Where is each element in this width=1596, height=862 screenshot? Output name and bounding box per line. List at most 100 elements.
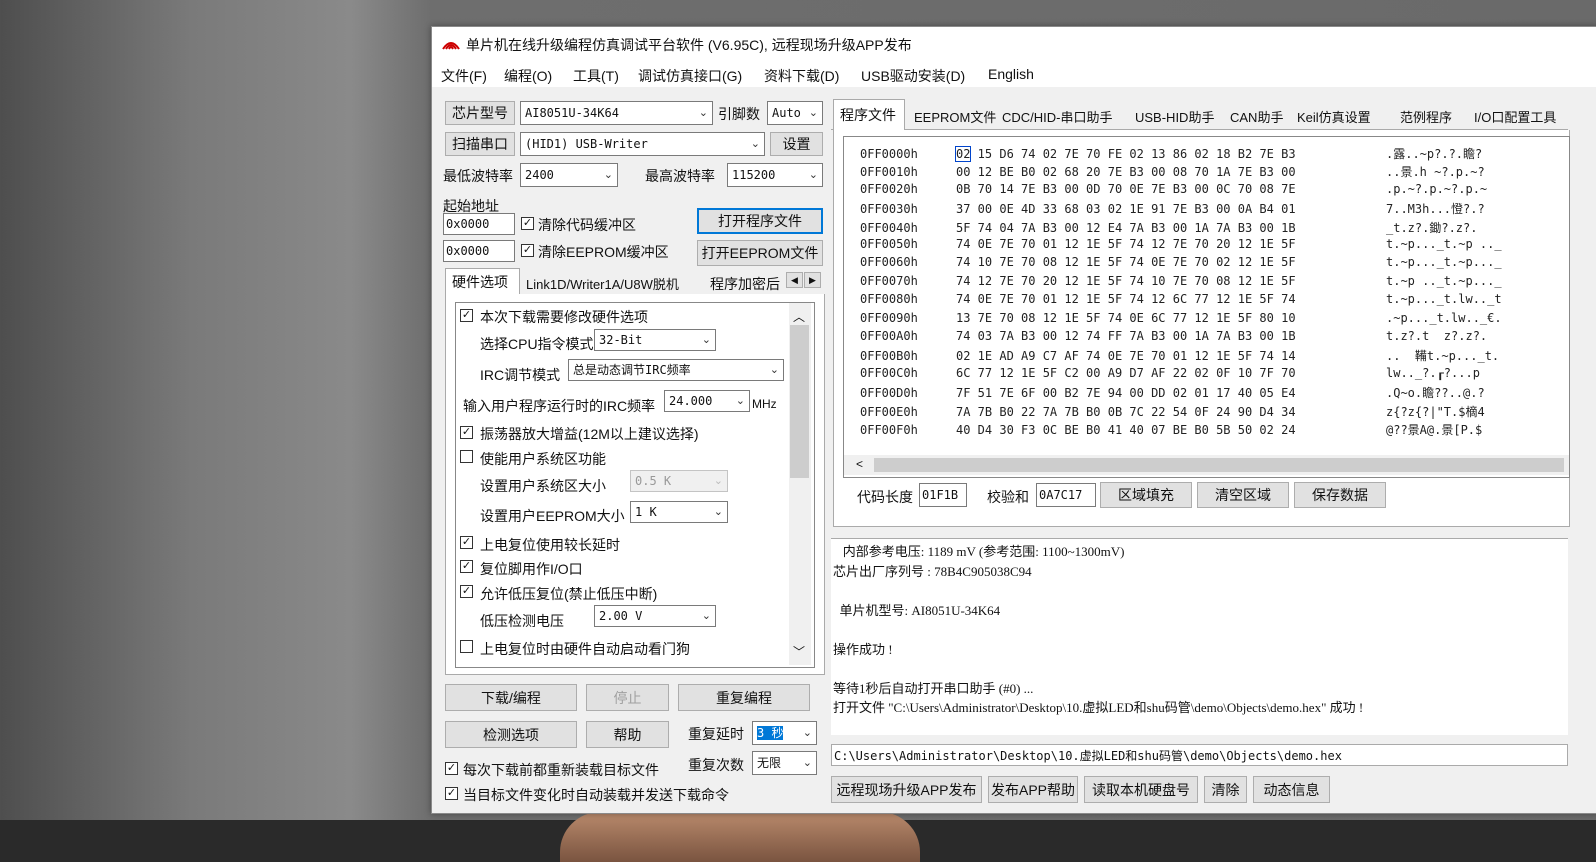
reset-io-checkbox[interactable]: ✓: [460, 560, 473, 573]
hex-address: 0FF0080h: [860, 292, 918, 307]
user-sys-checkbox[interactable]: [460, 450, 473, 463]
hex-address: 0FF0010h: [860, 165, 918, 180]
modify-hw-label: 本次下载需要修改硬件选项: [480, 309, 648, 325]
tab-program-file[interactable]: 程序文件: [840, 105, 896, 125]
menu-english[interactable]: English: [988, 66, 1034, 82]
open-eeprom-file-button[interactable]: 打开EEPROM文件: [697, 240, 823, 266]
repeat-delay-select[interactable]: 3 秒 ⌄: [752, 721, 817, 745]
tab-keil[interactable]: Keil仿真设置: [1297, 107, 1371, 126]
menu-tools[interactable]: 工具(T): [573, 66, 619, 86]
reset-io-label: 复位脚用作I/O口: [480, 561, 583, 577]
tab-eeprom-file[interactable]: EEPROM文件: [914, 107, 996, 126]
chip-type-select[interactable]: AI8051U-34K64 ⌄: [520, 101, 713, 125]
reload-checkbox[interactable]: ✓: [445, 762, 458, 775]
publish-app-button[interactable]: 远程现场升级APP发布: [831, 776, 982, 803]
clear-area-button[interactable]: 清空区域: [1197, 482, 1289, 508]
code-address-input[interactable]: 0x0000: [443, 213, 515, 235]
auto-load-checkbox[interactable]: ✓: [445, 787, 458, 800]
hex-row: 0FF0000h 02 15 D6 74 02 7E 70 FE 02 13 86…: [860, 145, 1482, 162]
repeat-count-value: 无限: [757, 756, 782, 770]
fill-area-button[interactable]: 区域填充: [1100, 482, 1192, 508]
open-program-file-button[interactable]: 打开程序文件: [697, 208, 823, 234]
hex-address: 0FF00E0h: [860, 404, 918, 419]
tab-io-config[interactable]: I/O口配置工具: [1474, 107, 1556, 126]
log-output[interactable]: 内部参考电压: 1189 mV (参考范围: 1100~1300mV) 芯片出厂序…: [831, 538, 1568, 735]
pins-select[interactable]: Auto ⌄: [767, 101, 823, 125]
irc-mode-select[interactable]: 总是动态调节IRC频率 ⌄: [568, 359, 784, 381]
tab-serial-assistant[interactable]: CDC/HID-串口助手: [1002, 107, 1113, 126]
save-data-button[interactable]: 保存数据: [1294, 482, 1386, 508]
tab-hardware-options[interactable]: 硬件选项: [452, 272, 508, 292]
hex-row: 0FF0030h 37 00 0E 4D 33 68 03 02 1E 91 7E…: [860, 200, 1485, 217]
hex-bytes: 00 12 BE B0 02 68 20 7E B3 00 08 70 1A 7…: [956, 165, 1296, 180]
settings-button[interactable]: 设置: [770, 132, 823, 156]
chevron-down-icon: ⌄: [802, 756, 812, 769]
tab-examples[interactable]: 范例程序: [1400, 107, 1452, 126]
scroll-up-icon[interactable]: ︿: [793, 308, 805, 325]
log-line: 单片机型号: AI8051U-34K64: [833, 602, 1001, 618]
cpu-mode-label: 选择CPU指令模式: [480, 336, 594, 352]
menu-usb-driver[interactable]: USB驱动安装(D): [861, 66, 965, 86]
tab-can[interactable]: CAN助手: [1230, 107, 1283, 126]
hex-address: 0FF0060h: [860, 255, 918, 270]
menu-program[interactable]: 编程(O): [504, 66, 552, 86]
eeprom-size-select[interactable]: 1 K ⌄: [630, 501, 728, 523]
min-baud-label: 最低波特率: [443, 168, 513, 184]
por-delay-checkbox[interactable]: ✓: [460, 536, 473, 549]
hex-row: 0FF00A0h 74 03 7A B3 00 12 74 FF 7A B3 00…: [860, 329, 1487, 343]
hex-ascii: z{?z{?|"T.$樀4: [1386, 404, 1485, 419]
clear-code-checkbox[interactable]: ✓: [521, 217, 534, 230]
eeprom-size-label: 设置用户EEPROM大小: [480, 508, 625, 524]
download-program-button[interactable]: 下载/编程: [445, 684, 577, 711]
help-button[interactable]: 帮助: [586, 721, 669, 748]
menu-download[interactable]: 资料下载(D): [764, 66, 839, 86]
dynamic-info-button[interactable]: 动态信息: [1253, 776, 1330, 803]
max-baud-select[interactable]: 115200 ⌄: [727, 163, 823, 187]
lvr-checkbox[interactable]: ✓: [460, 585, 473, 598]
background-hand: [560, 812, 920, 862]
eeprom-address-input[interactable]: 0x0000: [443, 240, 515, 262]
hex-address: 0FF0000h: [860, 147, 918, 161]
lvr-label: 允许低压复位(禁止低压中断): [480, 586, 658, 602]
hex-hscroll-thumb[interactable]: [874, 458, 1564, 472]
repeat-program-button[interactable]: 重复编程: [678, 684, 810, 711]
hw-scroll-thumb[interactable]: [790, 325, 809, 478]
menu-debug[interactable]: 调试仿真接口(G): [638, 66, 742, 86]
code-length-value: 01F1B: [919, 483, 967, 507]
scroll-left-icon[interactable]: <: [856, 457, 863, 471]
osc-gain-checkbox[interactable]: ✓: [460, 426, 473, 439]
check-options-button[interactable]: 检测选项: [445, 721, 577, 748]
publish-app-help-button[interactable]: 发布APP帮助: [988, 776, 1078, 803]
scroll-down-icon[interactable]: ﹀: [793, 643, 805, 660]
repeat-count-select[interactable]: 无限 ⌄: [752, 751, 817, 775]
cpu-mode-select[interactable]: 32-Bit ⌄: [594, 329, 716, 351]
hex-view[interactable]: 0FF0000h 02 15 D6 74 02 7E 70 FE 02 13 86…: [843, 136, 1570, 478]
log-line: 等待1秒后自动打开串口助手 (#0) ...: [833, 680, 1034, 696]
tab-offline[interactable]: Link1D/Writer1A/U8W脱机: [526, 274, 679, 293]
tab-scroll-right-icon[interactable]: ▶: [804, 272, 821, 288]
scan-port-button[interactable]: 扫描串口: [445, 132, 515, 156]
clear-log-button[interactable]: 清除: [1204, 776, 1247, 803]
hex-bytes: 0B 70 14 7E B3 00 0D 70 0E 7E B3 00 0C 7…: [956, 181, 1296, 196]
read-disk-id-button[interactable]: 读取本机硬盘号: [1084, 776, 1198, 803]
hex-ascii: .Q~o.瞻??..@.?: [1386, 386, 1485, 401]
wdt-checkbox[interactable]: [460, 640, 473, 653]
hex-address: 0FF0090h: [860, 310, 918, 325]
menu-file[interactable]: 文件(F): [441, 66, 487, 86]
chip-type-button[interactable]: 芯片型号: [445, 101, 515, 125]
port-value: (HID1) USB-Writer: [525, 137, 648, 151]
min-baud-select[interactable]: 2400 ⌄: [520, 163, 618, 187]
lvd-select[interactable]: 2.00 V ⌄: [594, 605, 716, 627]
hex-row: 0FF0070h 74 12 7E 70 20 12 1E 5F 74 10 7E…: [860, 274, 1502, 288]
port-select[interactable]: (HID1) USB-Writer ⌄: [520, 132, 765, 156]
clear-eeprom-checkbox[interactable]: ✓: [521, 244, 534, 257]
tab-scroll-left-icon[interactable]: ◀: [786, 272, 803, 288]
tab-usb-hid[interactable]: USB-HID助手: [1135, 107, 1214, 126]
tab-encrypt[interactable]: 程序加密后: [710, 274, 780, 294]
irc-freq-label: 输入用户程序运行时的IRC频率: [463, 398, 656, 414]
code-length-label: 代码长度: [857, 489, 913, 505]
irc-freq-select[interactable]: 24.000 ⌄: [664, 390, 750, 412]
pins-label: 引脚数: [718, 106, 760, 122]
title-bar: 单片机在线升级编程仿真调试平台软件 (V6.95C), 远程现场升级APP发布: [432, 27, 1596, 61]
modify-hw-checkbox[interactable]: ✓: [460, 309, 473, 322]
